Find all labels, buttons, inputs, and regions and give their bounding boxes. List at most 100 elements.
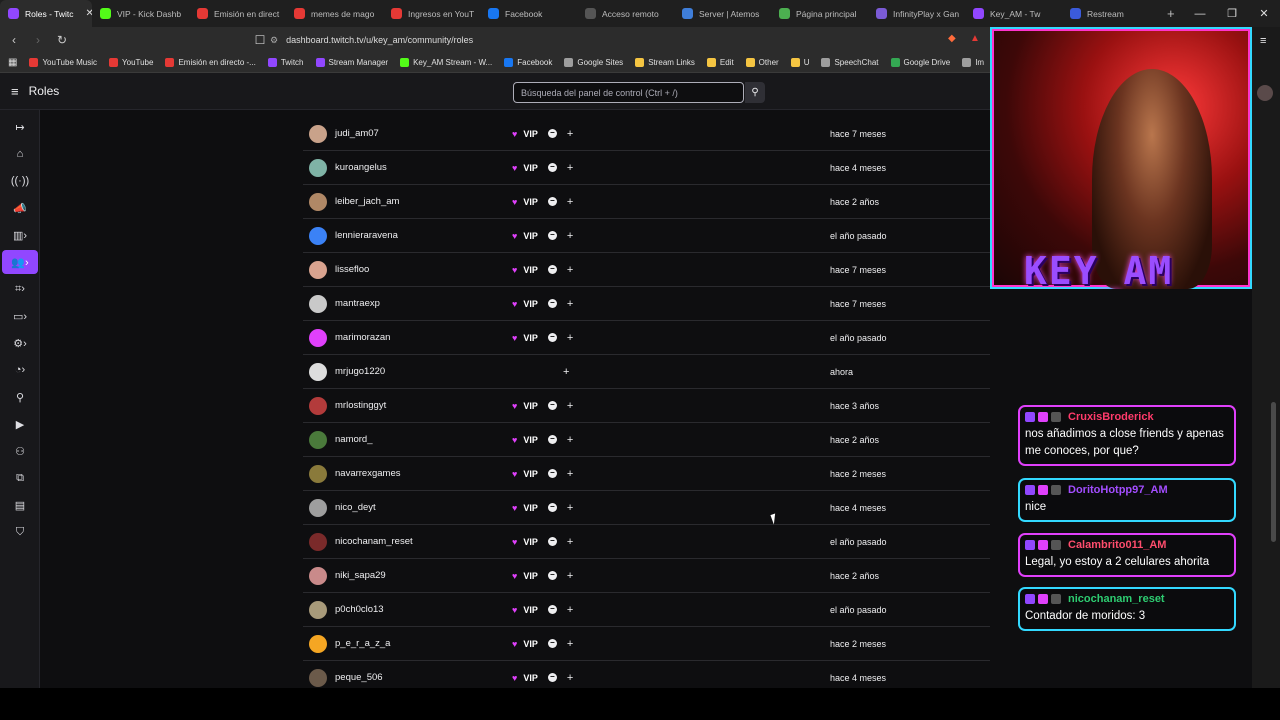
creator-camp-icon[interactable]: ⚲	[2, 385, 38, 409]
add-role-icon[interactable]: +	[567, 434, 573, 446]
browser-tab[interactable]: Key_AM - Tw	[965, 0, 1062, 27]
username[interactable]: navarrexgames	[335, 468, 485, 479]
remove-role-icon[interactable]: −	[547, 571, 557, 580]
back-icon[interactable]: ‹	[4, 30, 24, 50]
chat-username[interactable]: Calambrito011_AM	[1068, 539, 1166, 551]
user-avatar[interactable]	[309, 124, 327, 143]
new-tab-icon[interactable]: +	[1159, 0, 1183, 27]
scrollbar[interactable]	[1271, 402, 1276, 542]
bookmark-item[interactable]: Stream Links	[629, 57, 701, 67]
add-role-icon[interactable]: +	[563, 366, 569, 378]
remove-role-icon[interactable]: −	[547, 265, 557, 274]
add-role-icon[interactable]: +	[567, 672, 573, 684]
user-avatar[interactable]	[309, 226, 327, 245]
bookmark-icon[interactable]: ☐	[250, 30, 270, 50]
browser-tab[interactable]: Ingresos en YouT	[383, 0, 480, 27]
add-role-icon[interactable]: +	[567, 264, 573, 276]
settings-icon[interactable]: ⚙›	[2, 331, 38, 355]
browser-tab[interactable]: Roles - Twitc ✕	[0, 0, 92, 27]
add-role-icon[interactable]: +	[567, 638, 573, 650]
user-avatar[interactable]	[309, 158, 327, 177]
monetization-icon[interactable]: ▭›	[2, 304, 38, 328]
remove-role-icon[interactable]: −	[547, 605, 557, 614]
user-avatar[interactable]	[309, 294, 327, 313]
achievements-icon[interactable]: ⚇	[2, 439, 38, 463]
browser-tab[interactable]: Página principal	[771, 0, 868, 27]
user-avatar[interactable]	[309, 634, 327, 653]
browser-tab[interactable]: Acceso remoto	[577, 0, 674, 27]
username[interactable]: mantraexp	[335, 298, 485, 309]
user-avatar[interactable]	[309, 532, 327, 551]
username[interactable]: peque_506	[335, 672, 485, 683]
username[interactable]: lennieraravena	[335, 230, 485, 241]
remove-role-icon[interactable]: −	[547, 231, 557, 240]
bookmark-item[interactable]: Facebook	[498, 57, 558, 67]
bookmark-item[interactable]: Edit	[701, 57, 740, 67]
book-icon[interactable]: ▤	[2, 493, 38, 517]
bookmark-item[interactable]: Google Sites	[558, 57, 629, 67]
remove-role-icon[interactable]: −	[547, 333, 557, 342]
add-role-icon[interactable]: +	[567, 196, 573, 208]
bookmark-item[interactable]: SpeechChat	[815, 57, 884, 67]
browser-tab[interactable]: Restream	[1062, 0, 1159, 27]
add-role-icon[interactable]: +	[567, 468, 573, 480]
restore-icon[interactable]: ❐	[1216, 0, 1248, 27]
add-role-icon[interactable]: +	[567, 502, 573, 514]
username[interactable]: p_e_r_a_z_a	[335, 638, 485, 649]
remove-role-icon[interactable]: −	[547, 537, 557, 546]
add-role-icon[interactable]: +	[567, 604, 573, 616]
dashboard-search[interactable]: Búsqueda del panel de control (Ctrl + /)	[513, 82, 744, 103]
chat-username[interactable]: nicochanam_reset	[1068, 593, 1165, 605]
add-role-icon[interactable]: +	[567, 298, 573, 310]
stream-icon[interactable]: ((·))	[2, 169, 38, 193]
browser-tab[interactable]: Emisión en direct	[189, 0, 286, 27]
add-role-icon[interactable]: +	[567, 162, 573, 174]
extension-icon[interactable]: ◆	[948, 33, 956, 44]
add-role-icon[interactable]: +	[567, 230, 573, 242]
username[interactable]: mrlostinggyt	[335, 400, 485, 411]
close-window-icon[interactable]: ✕	[1248, 0, 1280, 27]
menu-icon[interactable]: ≡	[11, 84, 19, 99]
video-icon[interactable]: ▶	[2, 412, 38, 436]
safety-icon[interactable]: ◔›	[2, 358, 38, 382]
add-role-icon[interactable]: +	[567, 400, 573, 412]
username[interactable]: niki_sapa29	[335, 570, 485, 581]
forward-icon[interactable]: ›	[28, 30, 48, 50]
promote-icon[interactable]: 📣	[2, 196, 38, 220]
collapse-icon[interactable]: ↦	[2, 115, 38, 139]
remove-role-icon[interactable]: −	[547, 503, 557, 512]
remove-role-icon[interactable]: −	[547, 129, 557, 138]
reload-icon[interactable]: ↻	[52, 30, 72, 50]
add-role-icon[interactable]: +	[567, 570, 573, 582]
chat-username[interactable]: CruxisBroderick	[1068, 411, 1154, 423]
bookmark-item[interactable]: Stream Manager	[310, 57, 395, 67]
remove-role-icon[interactable]: −	[547, 401, 557, 410]
analytics-icon[interactable]: ▥›	[2, 223, 38, 247]
browser-tab[interactable]: Facebook	[480, 0, 577, 27]
remove-role-icon[interactable]: −	[547, 673, 557, 682]
user-avatar[interactable]	[309, 498, 327, 517]
chat-username[interactable]: DoritoHotpp97_AM	[1068, 484, 1168, 496]
extensions-icon[interactable]: ⧉	[2, 466, 38, 490]
bookmark-item[interactable]: U	[785, 57, 816, 67]
bookmark-item[interactable]: Google Drive	[885, 57, 957, 67]
site-settings-icon[interactable]: ⚙	[270, 35, 278, 46]
username[interactable]: nicochanam_reset	[335, 536, 485, 547]
apps-icon[interactable]: ▦	[0, 57, 23, 68]
remove-role-icon[interactable]: −	[547, 639, 557, 648]
bookmark-item[interactable]: YouTube	[103, 57, 159, 67]
community-icon[interactable]: 👥›	[2, 250, 38, 274]
shield-icon[interactable]: ⛉	[2, 520, 38, 544]
add-role-icon[interactable]: +	[567, 536, 573, 548]
user-avatar[interactable]	[309, 362, 327, 381]
remove-role-icon[interactable]: −	[547, 435, 557, 444]
browser-tab[interactable]: Server | Atemos	[674, 0, 771, 27]
user-avatar[interactable]	[309, 192, 327, 211]
remove-role-icon[interactable]: −	[547, 299, 557, 308]
bookmark-item[interactable]: Im	[956, 57, 990, 67]
bookmark-item[interactable]: Emisión en directo -...	[159, 57, 261, 67]
user-avatar[interactable]	[309, 260, 327, 279]
username[interactable]: lissefloo	[335, 264, 485, 275]
user-avatar[interactable]	[309, 600, 327, 619]
username[interactable]: leiber_jach_am	[335, 196, 485, 207]
